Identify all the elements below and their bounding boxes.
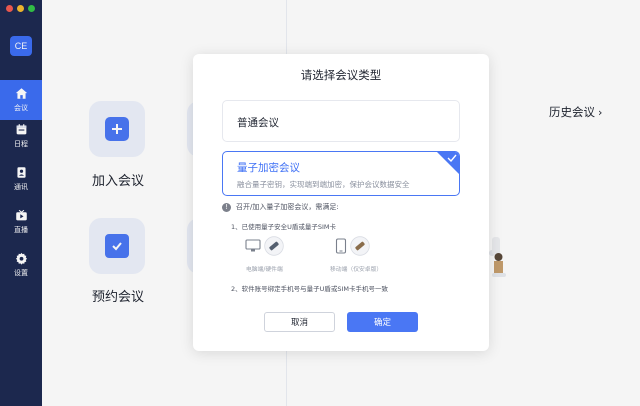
requirement-step-2: 2、软件账号绑定手机号与量子U盾或SIM卡手机号一致 xyxy=(231,285,389,293)
cancel-button[interactable]: 取消 xyxy=(264,312,335,332)
option-quantum-meeting[interactable]: 量子加密会议 融合量子密钥，实现端到端加密，保护会议数据安全 xyxy=(222,151,460,196)
option-quantum-label: 量子加密会议 xyxy=(237,162,300,174)
device-mobile-caption: 移动端（仅安卓版） xyxy=(330,267,383,273)
device-pc-caption: 电脑端/硬件端 xyxy=(246,267,283,273)
info-icon: ! xyxy=(222,202,231,212)
confirm-button[interactable]: 确定 xyxy=(347,312,418,332)
requirements-notice: ! 召开/加入量子加密会议，需满足: xyxy=(222,202,339,212)
device-mobile-group xyxy=(335,236,373,256)
usb-key-icon xyxy=(264,236,284,256)
device-pc-group xyxy=(245,236,287,256)
phone-icon xyxy=(335,238,347,254)
option-normal-meeting[interactable]: 普通会议 xyxy=(222,100,460,142)
notice-text: 召开/加入量子加密会议，需满足: xyxy=(236,203,339,211)
monitor-icon xyxy=(245,239,261,252)
dialog-title: 请选择会议类型 xyxy=(300,68,382,82)
requirement-step-1: 1、已使用量子安全U盾或量子SIM卡 xyxy=(231,223,337,231)
sim-card-icon xyxy=(350,236,370,256)
meeting-type-dialog: 请选择会议类型 普通会议 量子加密会议 融合量子密钥，实现端到端加密，保护会议数… xyxy=(193,54,489,351)
check-icon xyxy=(447,154,457,162)
option-quantum-description: 融合量子密钥，实现端到端加密，保护会议数据安全 xyxy=(237,180,410,189)
option-normal-label: 普通会议 xyxy=(237,117,279,129)
